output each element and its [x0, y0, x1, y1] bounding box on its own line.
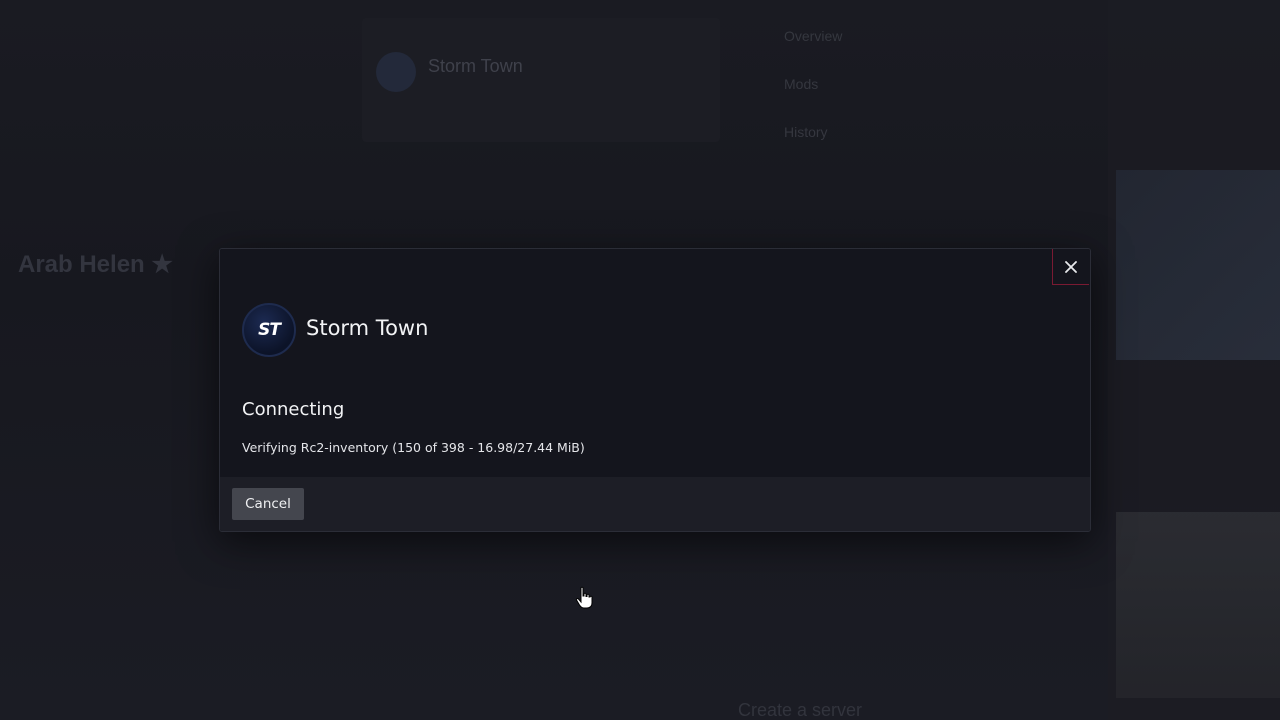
background-menu-item: Mods: [784, 76, 819, 92]
background-server-card: [362, 18, 720, 142]
background-card-title: Storm Town: [428, 56, 523, 76]
background-screenshot-image: [1116, 170, 1280, 360]
close-icon: [1065, 260, 1077, 273]
background-poster-image: [1116, 512, 1280, 698]
background-menu-item: Overview: [784, 28, 843, 44]
dialog-body: ST Storm Town Connecting Verifying Rc2-i…: [220, 249, 1090, 477]
connecting-dialog: ST Storm Town Connecting Verifying Rc2-i…: [219, 248, 1091, 532]
background-side-heading: Arab Helen ★: [18, 251, 173, 278]
status-title: Connecting: [242, 399, 345, 420]
dialog-footer: Cancel: [220, 477, 1090, 531]
background-server-logo: [376, 52, 416, 92]
background-bottom-text: Create a server: [738, 700, 863, 720]
cancel-button[interactable]: Cancel: [232, 488, 304, 520]
server-name: Storm Town: [306, 316, 429, 340]
server-logo: ST: [242, 303, 296, 357]
server-logo-initials: ST: [258, 320, 281, 340]
background-menu-item: History: [784, 124, 828, 140]
close-button[interactable]: [1052, 249, 1089, 285]
status-detail: Verifying Rc2-inventory (150 of 398 - 16…: [242, 440, 585, 455]
hand-cursor-icon: [575, 586, 593, 609]
